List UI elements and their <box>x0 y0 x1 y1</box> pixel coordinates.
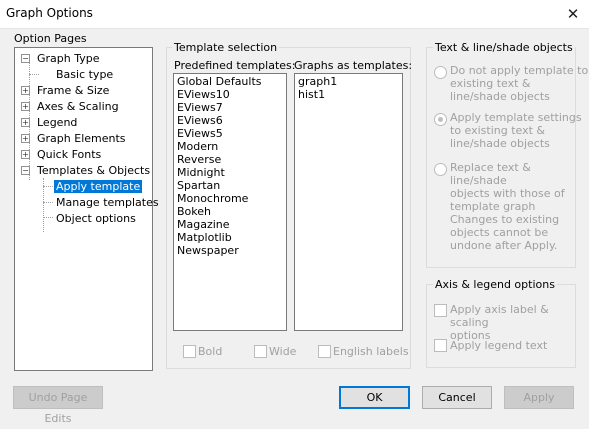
cancel-button[interactable]: Cancel <box>422 386 492 409</box>
graphs-templates-label: Graphs as templates: <box>294 59 413 72</box>
option-pages-tree[interactable]: − Graph Type Basic type + Frame & Size +… <box>14 47 159 371</box>
undo-page-edits-button[interactable]: Undo Page Edits <box>13 386 103 425</box>
predefined-templates-list[interactable]: Global Defaults EViews10 EViews7 EViews6 EVi… <box>173 73 287 331</box>
graph-template-item[interactable]: hist1 <box>295 88 402 101</box>
predefined-template-item[interactable]: Monochrome <box>174 192 286 205</box>
tree-item-manage-templates[interactable]: Manage templates <box>56 195 159 210</box>
option-pages-label: Option Pages <box>14 32 87 45</box>
changes-note: Changes to existing objects cannot be un… <box>450 213 560 252</box>
predefined-template-item[interactable]: Midnight <box>174 166 286 179</box>
predefined-template-item[interactable]: Modern <box>174 140 286 153</box>
axis-legend-label: Axis & legend options <box>433 278 557 291</box>
apply-axis-label-checkbox[interactable] <box>434 304 447 317</box>
tree-label: Graph Elements <box>37 132 126 145</box>
expand-icon[interactable]: + <box>21 134 30 143</box>
wide-checkbox[interactable] <box>254 345 267 358</box>
predefined-template-item[interactable]: EViews10 <box>174 88 286 101</box>
predefined-template-item[interactable]: Newspaper <box>174 244 286 257</box>
expand-icon[interactable]: + <box>21 118 30 127</box>
tree-label: Manage templates <box>56 196 159 209</box>
tree-item-apply-template[interactable]: Apply template <box>54 179 143 194</box>
graph-template-item[interactable]: graph1 <box>295 75 402 88</box>
apply-axis-label-text: Apply axis label & scaling options <box>450 303 549 342</box>
close-icon[interactable]: ✕ <box>557 0 589 28</box>
apply-legend-text-label: Apply legend text <box>450 339 548 352</box>
predefined-templates-label: Predefined templates: <box>174 59 296 72</box>
english-labels-checkbox[interactable] <box>318 345 331 358</box>
tree-label: Graph Type <box>37 52 100 65</box>
tree-label: Legend <box>37 116 78 129</box>
tree-label: Basic type <box>56 68 114 81</box>
apply-button[interactable]: Apply <box>504 386 574 409</box>
radio-apply-settings-label: Apply template settings to existing text… <box>450 111 582 150</box>
predefined-template-item[interactable]: EViews7 <box>174 101 286 114</box>
bold-checkbox[interactable] <box>183 345 196 358</box>
bold-label: Bold <box>198 345 223 358</box>
radio-replace-objects[interactable] <box>434 163 447 176</box>
english-labels-label: English labels <box>333 345 409 358</box>
tree-label: Frame & Size <box>37 84 110 97</box>
tree-label-selected: Apply template <box>54 180 143 193</box>
predefined-template-item[interactable]: Matplotlib <box>174 231 286 244</box>
tree-label: Axes & Scaling <box>37 100 119 113</box>
predefined-template-item[interactable]: Global Defaults <box>174 75 286 88</box>
text-objects-label: Text & line/shade objects <box>433 41 575 54</box>
expand-icon[interactable]: + <box>21 102 30 111</box>
predefined-template-item[interactable]: Reverse <box>174 153 286 166</box>
collapse-icon[interactable]: − <box>21 54 30 63</box>
tree-label: Quick Fonts <box>37 148 102 161</box>
radio-do-not-apply-label: Do not apply template to existing text &… <box>450 64 589 103</box>
expand-icon[interactable]: + <box>21 150 30 159</box>
collapse-icon[interactable]: − <box>21 166 30 175</box>
wide-label: Wide <box>269 345 297 358</box>
radio-replace-objects-label: Replace text & line/shade objects with t… <box>450 161 565 213</box>
template-selection-label: Template selection <box>172 41 280 54</box>
tree-label: Object options <box>56 212 136 225</box>
window-title: Graph Options <box>6 6 93 20</box>
radio-do-not-apply[interactable] <box>434 66 447 79</box>
expand-icon[interactable]: + <box>21 86 30 95</box>
predefined-template-item[interactable]: EViews5 <box>174 127 286 140</box>
radio-apply-settings[interactable] <box>434 113 447 126</box>
predefined-template-item[interactable]: Spartan <box>174 179 286 192</box>
title-bar: Graph Options ✕ <box>0 0 589 29</box>
tree-item-object-options[interactable]: Object options <box>56 211 136 226</box>
tree-label: Templates & Objects <box>37 164 151 177</box>
predefined-template-item[interactable]: Bokeh <box>174 205 286 218</box>
tree-item-basic-type[interactable]: Basic type <box>56 67 113 82</box>
predefined-template-item[interactable]: EViews6 <box>174 114 286 127</box>
predefined-template-item[interactable]: Magazine <box>174 218 286 231</box>
ok-button[interactable]: OK <box>339 386 410 409</box>
apply-legend-text-checkbox[interactable] <box>434 339 447 352</box>
graphs-templates-list[interactable]: graph1 hist1 <box>294 73 403 331</box>
